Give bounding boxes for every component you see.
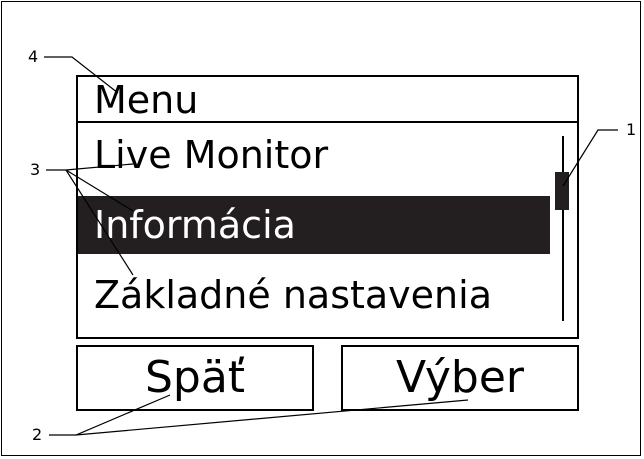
callout-number-2: 2 (32, 425, 43, 444)
callout-number-1: 1 (626, 120, 637, 139)
callout-number-4: 4 (28, 47, 39, 66)
callout-line-4 (44, 56, 119, 94)
callout-number-3: 3 (30, 160, 41, 179)
callout-line-2a (49, 394, 171, 436)
callout-line-3c (65, 169, 134, 276)
callout-line-3a (46, 163, 134, 171)
callout-line-1 (562, 129, 618, 187)
callout-line-3b (65, 169, 134, 212)
callout-line-2b (75, 399, 469, 436)
callout-lines (44, 56, 618, 436)
